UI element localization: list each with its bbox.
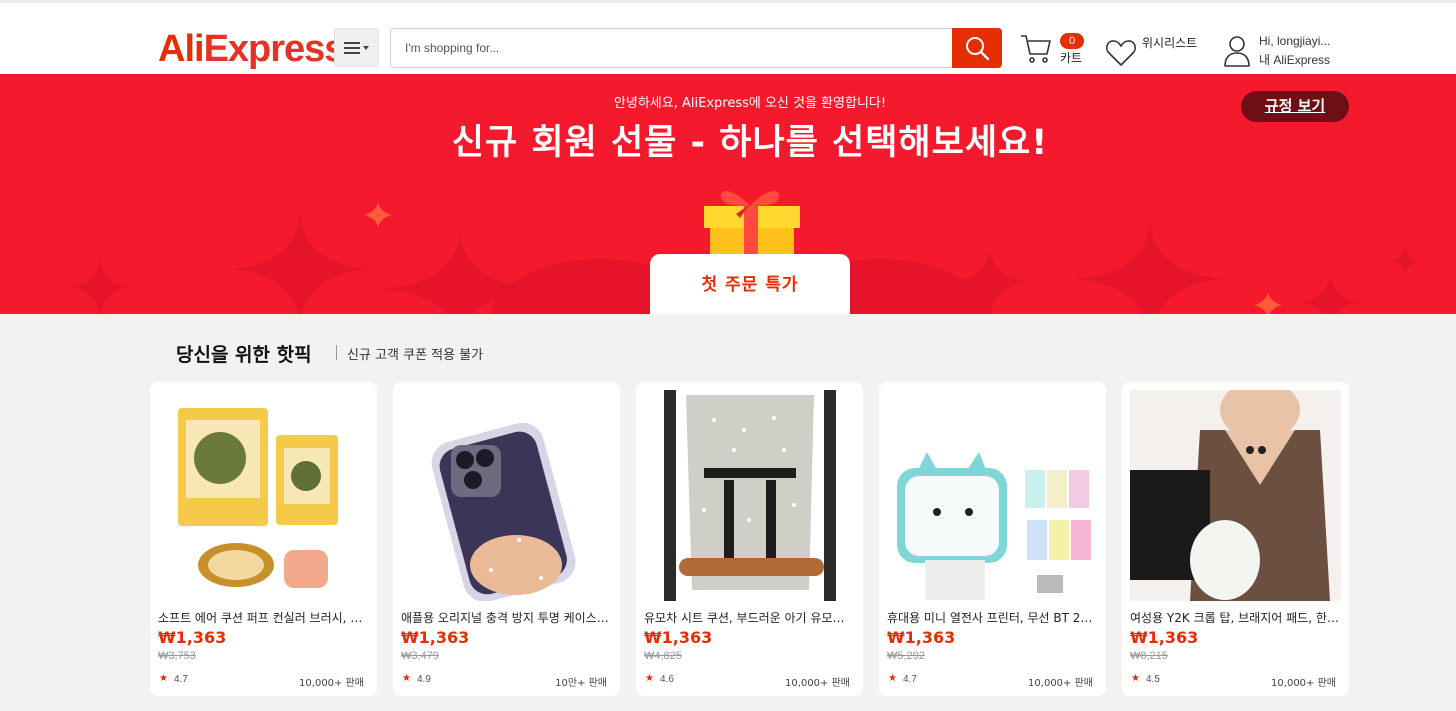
section-divider bbox=[336, 345, 337, 360]
product-title[interactable]: 휴대용 미니 열전사 프린터, 무선 BT 200DPI bbox=[887, 609, 1097, 626]
search-icon bbox=[966, 37, 990, 61]
menu-icon bbox=[343, 41, 369, 54]
product-rating: 4.7 bbox=[903, 674, 917, 685]
product-title[interactable]: 여성용 Y2K 크롭 탑, 브래지어 패드, 한국 스타일 bbox=[1130, 609, 1340, 626]
heart-icon bbox=[1106, 40, 1136, 66]
search-button[interactable] bbox=[952, 28, 1002, 68]
product-title[interactable]: 애플용 오리지널 충격 방지 투명 케이스, 아이폰 bbox=[401, 609, 611, 626]
star-icon: ★ bbox=[645, 673, 654, 684]
product-price: ₩1,363 bbox=[644, 628, 713, 647]
cart-count-badge: 0 bbox=[1060, 33, 1084, 49]
product-image[interactable] bbox=[887, 390, 1098, 601]
product-sold-count: 10만+ 판매 bbox=[555, 678, 607, 689]
star-icon: ★ bbox=[888, 673, 897, 684]
product-card[interactable]: 애플용 오리지널 충격 방지 투명 케이스, 아이폰 ₩1,363 ₩3,479… bbox=[393, 382, 620, 696]
product-price: ₩1,363 bbox=[887, 628, 956, 647]
category-menu-button[interactable] bbox=[334, 28, 379, 67]
product-sold-count: 10,000+ 판매 bbox=[1271, 678, 1336, 689]
product-sold-count: 10,000+ 판매 bbox=[299, 678, 364, 689]
top-header: AliExpress 0 카트 위시리스트 bbox=[0, 0, 1456, 74]
product-original-price: ₩3,753 bbox=[158, 650, 196, 662]
product-original-price: ₩3,479 bbox=[401, 650, 439, 662]
product-sold-count: 10,000+ 판매 bbox=[785, 678, 850, 689]
star-icon: ★ bbox=[159, 673, 168, 684]
product-image[interactable] bbox=[644, 390, 855, 601]
product-original-price: ₩5,292 bbox=[887, 650, 925, 662]
wishlist-label: 위시리스트 bbox=[1142, 36, 1198, 50]
product-original-price: ₩4,825 bbox=[644, 650, 682, 662]
product-image[interactable] bbox=[158, 390, 369, 601]
first-order-deal-tab[interactable]: 첫 주문 특가 bbox=[650, 254, 850, 314]
banner-headline: 신규 회원 선물 - 하나를 선택해보세요! bbox=[451, 123, 1049, 163]
product-title[interactable]: 소프트 에어 쿠션 퍼프 컨실러 브러시, 메이크업 스펀지 bbox=[158, 609, 368, 626]
product-rating: 4.5 bbox=[1146, 674, 1160, 685]
product-sold-count: 10,000+ 판매 bbox=[1028, 678, 1093, 689]
account-greeting: Hi, longjiayi... bbox=[1259, 34, 1331, 48]
account-label: 내 AliExpress bbox=[1259, 53, 1331, 67]
product-title[interactable]: 유모차 시트 쿠션, 부드러운 아기 유모차 패드 bbox=[644, 609, 854, 626]
account-menu[interactable]: Hi, longjiayi... 내 AliExpress bbox=[1222, 33, 1362, 73]
cart-link[interactable]: 0 카트 bbox=[1020, 31, 1090, 71]
product-price: ₩1,363 bbox=[1130, 628, 1199, 647]
section-subtitle: 신규 고객 쿠폰 적용 불가 bbox=[347, 348, 484, 363]
product-card[interactable]: 휴대용 미니 열전사 프린터, 무선 BT 200DPI ₩1,363 ₩5,2… bbox=[879, 382, 1106, 696]
product-image[interactable] bbox=[1130, 390, 1341, 601]
product-price: ₩1,363 bbox=[158, 628, 227, 647]
welcome-text: 안녕하세요, AliExpress에 오신 것을 환영합니다! bbox=[613, 96, 887, 111]
section-title: 당신을 위한 핫픽 bbox=[176, 344, 312, 366]
product-grid: 소프트 에어 쿠션 퍼프 컨실러 브러시, 메이크업 스펀지 ₩1,363 ₩3… bbox=[150, 382, 1350, 696]
new-user-banner: 안녕하세요, AliExpress에 오신 것을 환영합니다! 신규 회원 선물… bbox=[0, 74, 1456, 314]
cart-label: 카트 bbox=[1060, 51, 1083, 65]
star-icon: ★ bbox=[1131, 673, 1140, 684]
search-input[interactable] bbox=[390, 28, 952, 68]
product-rating: 4.9 bbox=[417, 674, 431, 685]
product-card[interactable]: 소프트 에어 쿠션 퍼프 컨실러 브러시, 메이크업 스펀지 ₩1,363 ₩3… bbox=[150, 382, 377, 696]
view-rules-button[interactable]: 규정 보기 bbox=[1241, 91, 1349, 122]
product-price: ₩1,363 bbox=[401, 628, 470, 647]
user-icon bbox=[1224, 36, 1250, 67]
wishlist-link[interactable]: 위시리스트 bbox=[1105, 33, 1215, 73]
product-original-price: ₩8,215 bbox=[1130, 650, 1168, 662]
aliexpress-logo[interactable]: AliExpress bbox=[158, 29, 345, 69]
product-card[interactable]: 유모차 시트 쿠션, 부드러운 아기 유모차 패드 ₩1,363 ₩4,825 … bbox=[636, 382, 863, 696]
cart-icon bbox=[1021, 35, 1051, 63]
star-icon: ★ bbox=[402, 673, 411, 684]
product-image[interactable] bbox=[401, 390, 612, 601]
product-card[interactable]: 여성용 Y2K 크롭 탑, 브래지어 패드, 한국 스타일 ₩1,363 ₩8,… bbox=[1122, 382, 1349, 696]
product-rating: 4.7 bbox=[174, 674, 188, 685]
product-rating: 4.6 bbox=[660, 674, 674, 685]
